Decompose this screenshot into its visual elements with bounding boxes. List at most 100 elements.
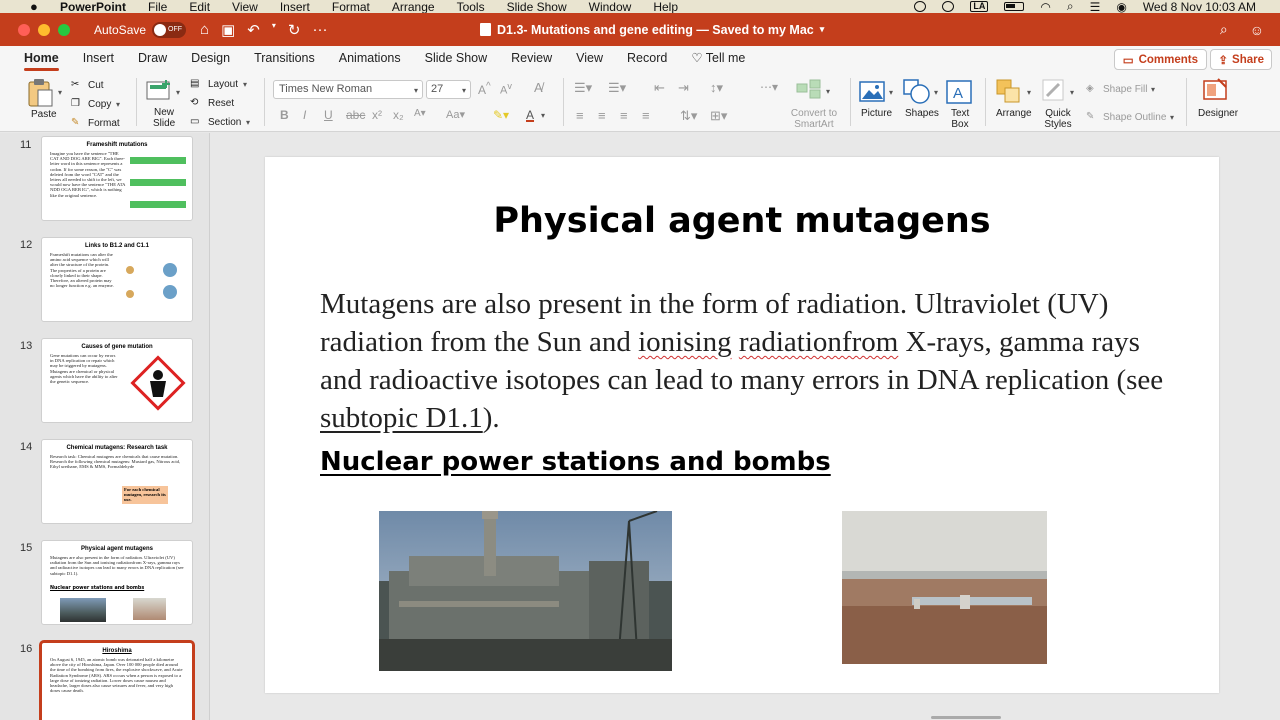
tell-me[interactable]: ♡ Tell me [691,46,745,72]
decrease-font-size-icon[interactable]: Av [500,81,512,97]
subscript-icon[interactable]: x₂ [393,108,404,122]
justify-icon[interactable]: ≡ [642,108,650,123]
apple-menu-icon[interactable]: ● [30,0,44,14]
layout-label[interactable]: Layout [208,79,238,90]
shape-outline-dropdown-icon[interactable]: ▾ [1170,113,1174,122]
increase-indent-icon[interactable]: ⇥ [678,80,689,96]
highlight-icon[interactable]: ✎▾ [493,108,509,122]
italic-icon[interactable]: I [303,108,306,122]
menu-file[interactable]: File [148,0,167,14]
keyboard-input-icon[interactable]: LA [970,1,989,12]
font-size-select[interactable]: 27 ▾ [426,80,471,99]
shape-fill-label[interactable]: Shape Fill [1103,84,1147,95]
align-center-icon[interactable]: ≡ [598,108,606,123]
clear-formatting-icon[interactable]: A̸ [534,80,543,95]
hiroshima-photo[interactable] [842,511,1047,664]
underline-icon[interactable]: U [324,108,333,122]
autosave-toggle[interactable]: OFF [152,21,187,38]
slide-thumbnail-13[interactable]: Causes of gene mutation Gene mutations c… [41,338,193,423]
reset-label[interactable]: Reset [208,98,234,109]
slide-thumbnail-15[interactable]: Physical agent mutagens Mutagens are als… [41,540,193,625]
slide-title[interactable]: Physical agent mutagens [265,201,1219,241]
bold-icon[interactable]: B [280,108,289,122]
minimize-window-icon[interactable] [38,23,50,36]
section-icon[interactable]: ▭ [190,116,199,127]
home-icon[interactable]: ⌂ [200,21,209,39]
menu-tools[interactable]: Tools [457,0,485,14]
save-icon[interactable]: ▣ [221,21,235,39]
menu-format[interactable]: Format [332,0,370,14]
comments-button[interactable]: ▭ Comments [1113,49,1207,70]
layout-icon[interactable]: ▤ [190,78,199,89]
play-icon[interactable] [942,1,955,12]
reset-icon[interactable]: ⟲ [190,97,198,108]
align-text-icon[interactable]: ⊞▾ [710,108,727,124]
reactor-photo[interactable] [379,511,672,671]
layout-dropdown-icon[interactable]: ▾ [243,80,247,89]
shapes-button[interactable] [902,78,932,107]
arrange-dropdown-icon[interactable]: ▾ [1027,88,1031,97]
overflow-menu-icon[interactable]: ··· [312,21,327,39]
menu-help[interactable]: Help [653,0,678,14]
copy-icon[interactable]: ❐ [71,98,80,109]
cut-label[interactable]: Cut [88,80,104,91]
strikethrough-icon[interactable]: abc [346,108,365,122]
paste-dropdown-icon[interactable]: ▾ [58,88,62,97]
menu-slide-show[interactable]: Slide Show [507,0,567,14]
slide-thumbnail-14[interactable]: Chemical mutagens: Research task Researc… [41,439,193,524]
tab-home[interactable]: Home [24,46,59,72]
slide-subheading[interactable]: Nuclear power stations and bombs [320,447,831,477]
arrange-button[interactable] [995,78,1025,107]
clock[interactable]: Wed 8 Nov 10:03 AM [1143,0,1256,14]
increase-font-size-icon[interactable]: A^ [478,81,491,97]
horizontal-scrollbar[interactable] [931,716,1001,719]
picture-button[interactable] [859,80,887,107]
share-button[interactable]: ⇪ Share [1210,49,1272,70]
copy-label[interactable]: Copy [88,99,111,110]
text-box-button[interactable]: A [946,80,972,107]
menu-window[interactable]: Window [589,0,632,14]
change-case-icon[interactable]: Aa▾ [446,108,465,121]
tab-insert[interactable]: Insert [83,46,114,72]
menu-arrange[interactable]: Arrange [392,0,435,14]
shape-fill-icon[interactable]: ◈ [1086,83,1094,94]
quick-styles-button[interactable] [1041,78,1071,107]
quick-styles-dropdown-icon[interactable]: ▾ [1070,88,1074,97]
align-right-icon[interactable]: ≡ [620,108,628,123]
subtopic-link[interactable]: subtopic D1.1 [320,402,483,434]
tab-record[interactable]: Record [627,46,667,72]
redo-icon[interactable]: ↻ [288,21,301,39]
siri-icon[interactable]: ◉ [1116,0,1126,14]
control-center-icon[interactable]: ☰ [1090,0,1101,14]
tab-animations[interactable]: Animations [339,46,401,72]
cut-icon[interactable]: ✂ [71,79,79,90]
line-spacing-icon[interactable]: ↕▾ [710,80,723,96]
convert-smartart-button[interactable] [795,78,823,103]
close-window-icon[interactable] [18,23,30,36]
current-slide[interactable]: Physical agent mutagens Mutagens are als… [265,157,1219,693]
tab-review[interactable]: Review [511,46,552,72]
font-color-icon[interactable]: A [526,108,534,122]
tab-transitions[interactable]: Transitions [254,46,315,72]
align-left-icon[interactable]: ≡ [576,108,584,123]
search-icon[interactable]: ⌕ [1067,0,1074,14]
menu-insert[interactable]: Insert [280,0,310,14]
slide-thumbnail-12[interactable]: Links to B1.2 and C1.1 Frameshift mutati… [41,237,193,322]
font-color-dropdown-icon[interactable]: ▾ [541,111,545,120]
account-icon[interactable]: ☺ [1250,22,1264,38]
menu-app[interactable]: PowerPoint [60,0,126,14]
picture-dropdown-icon[interactable]: ▾ [889,88,893,97]
fullscreen-window-icon[interactable] [58,23,70,36]
section-dropdown-icon[interactable]: ▾ [246,118,250,127]
new-slide-dropdown-icon[interactable]: ▾ [176,88,180,97]
paste-button[interactable] [26,78,56,108]
battery-icon[interactable] [1004,2,1025,11]
superscript-icon[interactable]: x² [372,108,382,122]
slide-body-text[interactable]: Mutagens are also present in the form of… [320,285,1180,437]
search-icon[interactable]: ⌕ [1220,21,1228,38]
format-painter-icon[interactable]: ✎ [71,117,79,128]
wifi-icon[interactable]: ◠ [1040,0,1050,14]
new-slide-button[interactable] [146,78,174,105]
tab-slide-show[interactable]: Slide Show [425,46,488,72]
tab-design[interactable]: Design [191,46,230,72]
